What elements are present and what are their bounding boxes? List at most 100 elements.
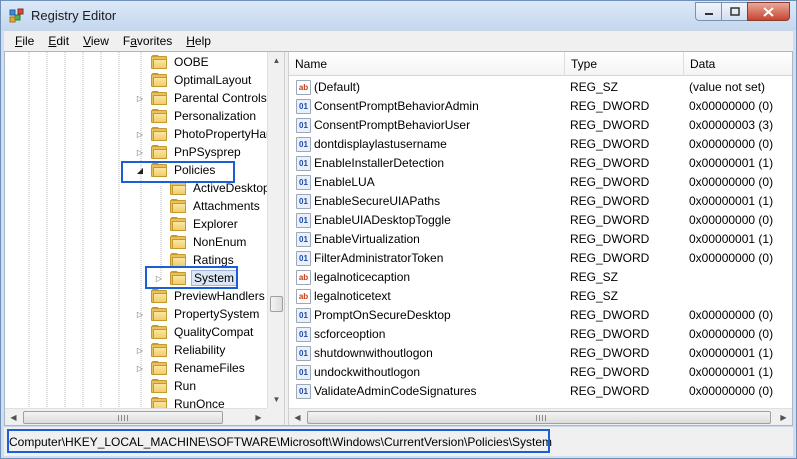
value-data: (value not set) [689,80,766,94]
tree-item-attachments[interactable]: Attachments [154,197,262,215]
tree-item-personalization[interactable]: Personalization [135,107,258,125]
value-data: 0x00000000 (0) [689,175,774,189]
value-row[interactable]: ab (Default) REG_SZ (value not set) [289,78,792,97]
scroll-right-arrow[interactable]: ▶ [250,409,267,426]
value-data: 0x00000000 (0) [689,213,774,227]
expand-arrow-icon[interactable]: ▷ [135,147,145,157]
folder-icon [151,109,167,123]
value-row[interactable]: 01 FilterAdministratorToken REG_DWORD 0x000… [289,249,792,268]
expand-arrow-icon[interactable]: ▷ [135,129,145,139]
value-row[interactable]: 01 PromptOnSecureDesktop REG_DWORD 0x000000… [289,306,792,325]
value-data: 0x00000001 (1) [689,365,774,379]
column-header-type[interactable]: Type [565,52,684,76]
binary-value-icon: 01 [296,308,311,323]
value-row[interactable]: 01 EnableUIADesktopToggle REG_DWORD 0x00000… [289,211,792,230]
value-name: ConsentPromptBehaviorAdmin [314,99,479,113]
tree-item-previewhandlers[interactable]: PreviewHandlers [135,287,267,305]
minimize-button[interactable] [695,2,721,21]
list-scroll-right-arrow[interactable]: ▶ [775,409,792,425]
value-row[interactable]: 01 shutdownwithoutlogon REG_DWORD 0x0000000… [289,344,792,363]
value-name: undockwithoutlogon [314,365,421,379]
value-row[interactable]: ab legalnoticecaption REG_SZ [289,268,792,287]
value-type: REG_DWORD [570,118,650,132]
expand-arrow-icon[interactable]: ▷ [135,345,145,355]
registry-tree[interactable]: OOBE OptimalLayout ▷ Parental Controls Perso… [5,52,284,425]
value-row[interactable]: 01 EnableVirtualization REG_DWORD 0x0000000… [289,230,792,249]
scroll-up-arrow[interactable]: ▲ [268,52,285,69]
tree-vscroll-thumb[interactable] [270,296,283,312]
value-type: REG_DWORD [570,194,650,208]
value-data: 0x00000000 (0) [689,308,774,322]
menu-favorites[interactable]: Favorites [116,32,179,51]
value-name: scforceoption [314,327,386,341]
tree-item-nonenum[interactable]: NonEnum [154,233,248,251]
value-row[interactable]: 01 dontdisplaylastusername REG_DWORD 0x0000… [289,135,792,154]
title-bar[interactable]: Registry Editor [1,1,796,30]
close-icon [763,6,774,17]
binary-value-icon: 01 [296,156,311,171]
close-button[interactable] [747,2,790,21]
menu-help[interactable]: Help [179,32,218,51]
tree-item-explorer[interactable]: Explorer [154,215,240,233]
value-type: REG_SZ [570,289,619,303]
tree-horizontal-scrollbar[interactable]: ◀ ▶ [5,408,267,425]
tree-item-photopropertyhar[interactable]: ▷ PhotoPropertyHar [135,125,272,143]
folder-icon [170,217,186,231]
tree-item-propertysystem[interactable]: ▷ PropertySystem [135,305,261,323]
expand-arrow-icon[interactable]: ▷ [135,363,145,373]
tree-vertical-scrollbar[interactable]: ▲ ▼ [267,52,284,408]
folder-icon [151,343,167,357]
value-name: EnableLUA [314,175,375,189]
tree-item-run[interactable]: Run [135,377,198,395]
list-hscroll-thumb[interactable] [307,411,771,424]
maximize-button[interactable] [721,2,747,21]
value-type: REG_DWORD [570,384,650,398]
value-row[interactable]: 01 scforceoption REG_DWORD 0x00000000 (0) [289,325,792,344]
menu-help-accel: H [186,33,195,48]
tree-item-label: OOBE [174,55,209,69]
value-row[interactable]: 01 undockwithoutlogon REG_DWORD 0x00000001 … [289,363,792,382]
menu-view[interactable]: View [76,32,116,51]
column-header-data[interactable]: Data [684,52,792,76]
tree-item-qualitycompat[interactable]: QualityCompat [135,323,255,341]
tree-item-renamefiles[interactable]: ▷ RenameFiles [135,359,247,377]
value-name: dontdisplaylastusername [314,137,447,151]
menu-bar: File Edit View Favorites Help [4,30,793,51]
value-row[interactable]: 01 ConsentPromptBehaviorUser REG_DWORD 0x00… [289,116,792,135]
scroll-down-arrow[interactable]: ▼ [268,391,285,408]
expand-arrow-icon[interactable]: ▷ [135,309,145,319]
value-row[interactable]: 01 EnableSecureUIAPaths REG_DWORD 0x0000000… [289,192,792,211]
tree-item-optimallayout[interactable]: OptimalLayout [135,71,253,89]
list-horizontal-scrollbar[interactable]: ◀ ▶ [289,408,792,425]
list-scroll-left-arrow[interactable]: ◀ [289,409,306,425]
menu-file[interactable]: File [8,32,41,51]
folder-icon [151,379,167,393]
value-row[interactable]: 01 ValidateAdminCodeSignatures REG_DWORD 0x… [289,382,792,401]
values-list[interactable]: Name Type Data ◀ ▶ ab (Default) REG_SZ (val… [289,52,792,425]
value-row[interactable]: ab legalnoticetext REG_SZ [289,287,792,306]
folder-icon [151,289,167,303]
tree-item-reliability[interactable]: ▷ Reliability [135,341,227,359]
value-row[interactable]: 01 ConsentPromptBehaviorAdmin REG_DWORD 0x0… [289,97,792,116]
value-type: REG_DWORD [570,175,650,189]
column-header-name[interactable]: Name [289,52,565,76]
menu-edit[interactable]: Edit [41,32,76,51]
expand-arrow-icon[interactable]: ▷ [135,93,145,103]
tree-item-label: PhotoPropertyHar [174,127,271,141]
tree-item-parental-controls[interactable]: ▷ Parental Controls [135,89,269,107]
folder-icon [151,325,167,339]
scroll-left-arrow[interactable]: ◀ [5,409,22,426]
value-row[interactable]: 01 EnableLUA REG_DWORD 0x00000000 (0) [289,173,792,192]
value-row[interactable]: 01 EnableInstallerDetection REG_DWORD 0x000… [289,154,792,173]
tree-item-oobe[interactable]: OOBE [135,53,211,71]
highlight-box-status-path [7,429,550,453]
tree-hscroll-thumb[interactable] [23,411,223,424]
window-title: Registry Editor [31,8,117,23]
value-type: REG_SZ [570,80,619,94]
menu-favorites-accel: a [130,33,137,48]
tree-item-pnpsysprep[interactable]: ▷ PnPSysprep [135,143,243,161]
